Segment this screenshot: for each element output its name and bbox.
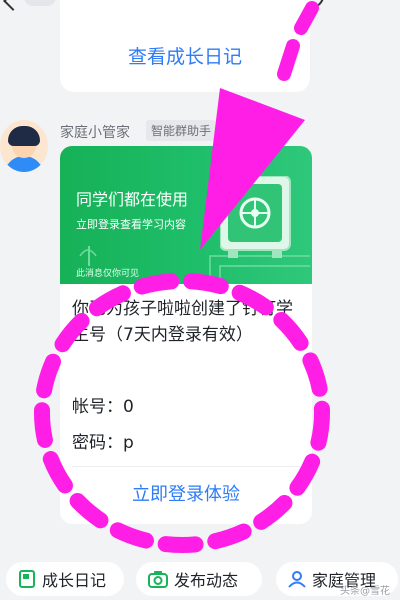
watermark: 头条@雪花 — [340, 586, 390, 597]
person-icon — [288, 571, 306, 588]
journal-icon — [19, 570, 35, 588]
banner-title: 同学们都在使用 — [76, 190, 189, 209]
post-update-button[interactable]: 发布动态 — [136, 562, 262, 596]
divider — [72, 466, 300, 467]
growth-diary-button[interactable]: 成长日记 — [6, 562, 124, 596]
message-body: 你已为孩子啦啦创建了钉钉学生号（7天内登录有效） — [72, 299, 293, 345]
banner-note: 此消息仅你可见 — [76, 269, 140, 279]
login-now-link[interactable]: 立即登录体验 — [60, 480, 312, 506]
camera-icon — [148, 571, 168, 588]
banner-subtitle: 立即登录查看学习内容 — [76, 218, 186, 231]
avatar[interactable] — [0, 120, 48, 172]
sender-tag: 智能群助手 — [146, 120, 217, 141]
top-pill — [24, 0, 56, 6]
growth-diary-card: 查看成长日记 — [60, 0, 310, 92]
password-line: 密码：p — [72, 433, 134, 453]
post-update-label: 发布动态 — [174, 571, 239, 590]
promo-banner: 同学们都在使用 立即登录查看学习内容 此消息仅你可见 — [60, 146, 312, 284]
view-growth-diary-link[interactable]: 查看成长日记 — [60, 42, 310, 69]
safe-icon — [220, 176, 291, 258]
account-line: 帐号：0 — [72, 397, 134, 417]
back-icon[interactable] — [3, 0, 23, 11]
sender-name: 家庭小管家 — [60, 125, 130, 141]
login-invite-message-card[interactable]: 同学们都在使用 立即登录查看学习内容 此消息仅你可见 你已为孩子啦啦创建了钉钉学… — [60, 146, 312, 524]
growth-diary-label: 成长日记 — [42, 571, 107, 590]
